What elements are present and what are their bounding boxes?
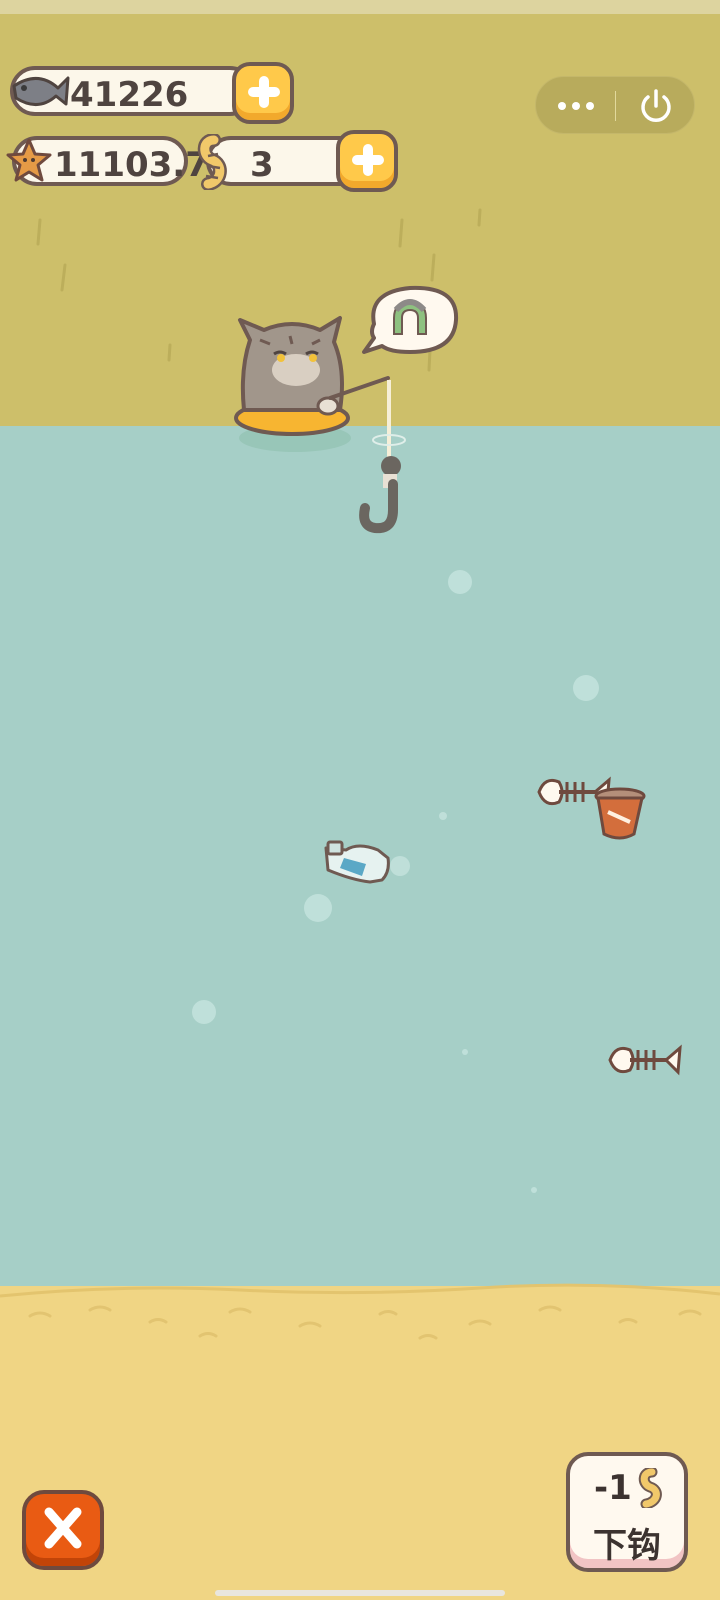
bottle-item[interactable] xyxy=(318,830,398,890)
sand-texture xyxy=(28,1305,702,1340)
close-icon xyxy=(44,1507,82,1549)
plus-icon xyxy=(248,76,280,108)
hook-cost: -1 xyxy=(594,1468,632,1508)
thought-bubble xyxy=(362,285,459,354)
drop-hook-label: 下钩 xyxy=(593,1526,661,1566)
fish-icon xyxy=(12,76,70,106)
drop-hook-button[interactable]: -1 下钩 xyxy=(566,1452,688,1572)
home-indicator xyxy=(215,1590,505,1596)
worm-icon xyxy=(638,1468,662,1508)
add-worm-button[interactable] xyxy=(336,130,398,192)
starfish-count: 11103.7 xyxy=(54,145,209,185)
fish-count: 41226 xyxy=(70,75,189,115)
fishing-hook xyxy=(359,380,406,534)
worm-icon xyxy=(197,134,227,190)
power-icon[interactable] xyxy=(634,87,678,125)
plus-icon xyxy=(352,144,384,176)
mini-program-capsule xyxy=(535,76,695,134)
rusty-can-item[interactable] xyxy=(590,786,650,846)
capsule-divider xyxy=(615,91,616,121)
more-dots-icon[interactable] xyxy=(554,91,598,121)
worm-count: 3 xyxy=(250,145,274,185)
add-fish-button[interactable] xyxy=(232,62,294,124)
close-button[interactable] xyxy=(22,1490,104,1570)
top-strip xyxy=(0,0,720,14)
starfish-icon xyxy=(6,138,52,182)
fish-bone-item[interactable] xyxy=(606,1036,686,1086)
